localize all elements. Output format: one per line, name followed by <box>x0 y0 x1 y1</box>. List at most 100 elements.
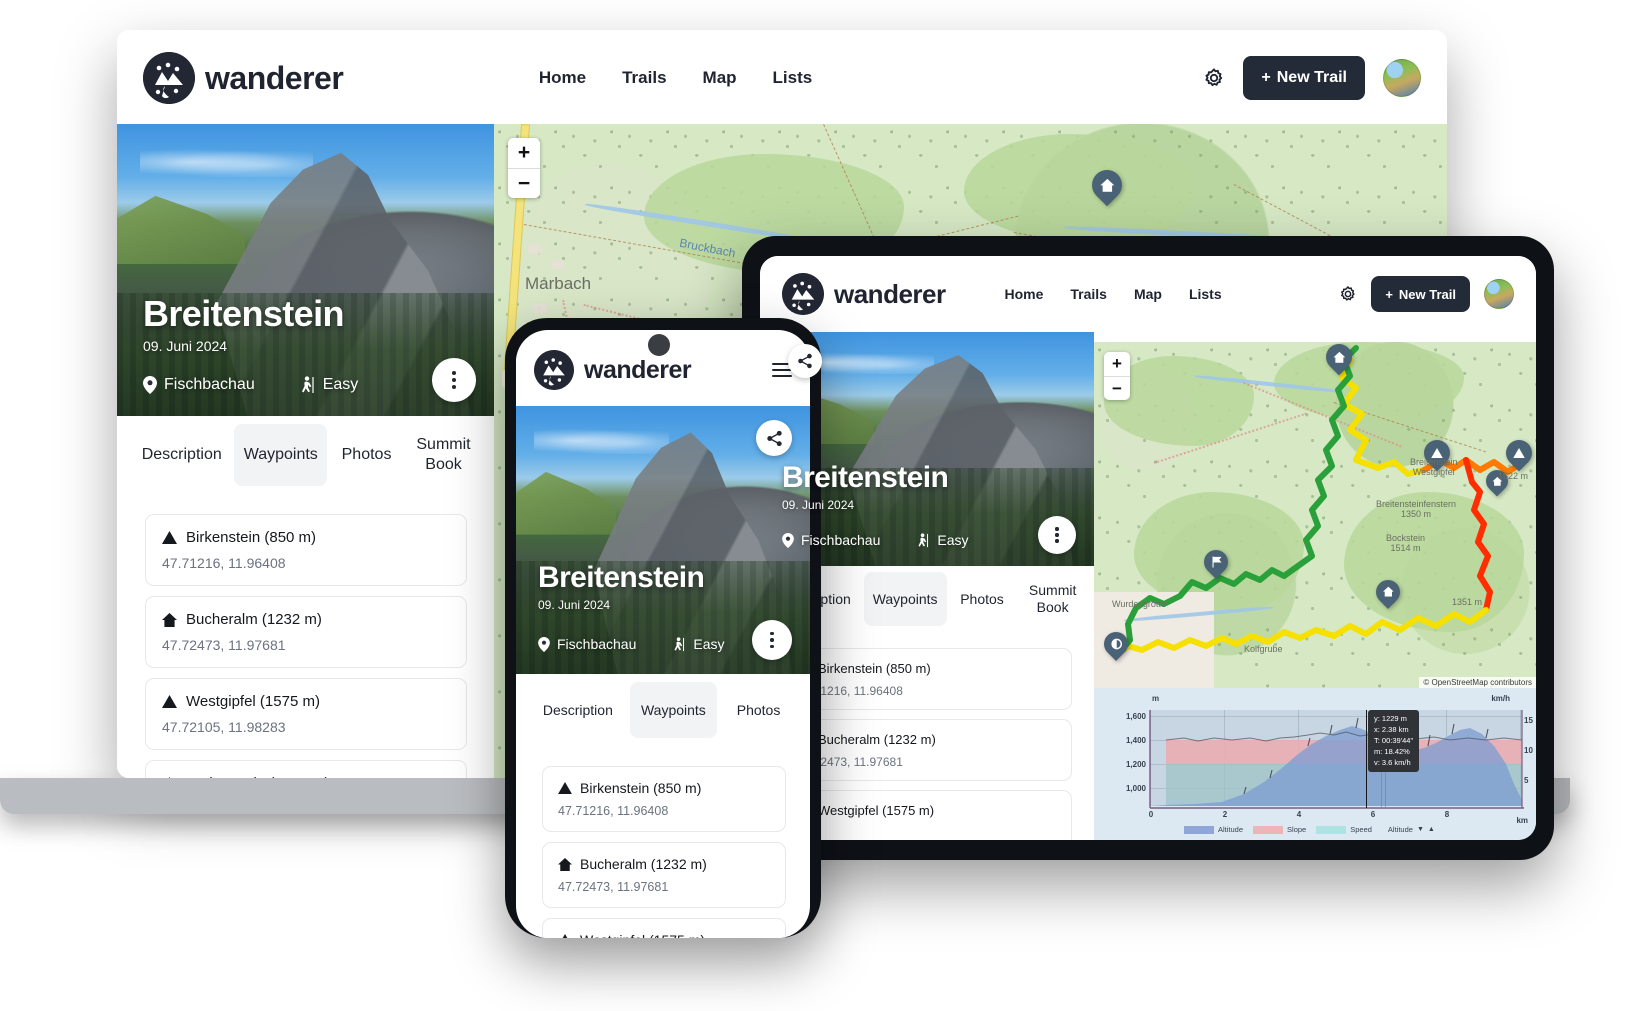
tab-waypoints[interactable]: Waypoints <box>629 682 718 738</box>
tab-photos[interactable]: Photos <box>949 572 1016 626</box>
chart-y2-axis-unit: km/h <box>1491 694 1510 703</box>
map-label: Marbach <box>525 274 592 293</box>
chart-x-tick: 8 <box>1444 810 1450 819</box>
tab-waypoints[interactable]: Waypoints <box>234 424 328 486</box>
chart-x-tick: 6 <box>1370 810 1376 819</box>
brand-logo[interactable]: wanderer <box>782 273 946 315</box>
tab-description[interactable]: Description <box>530 682 626 738</box>
hiker-icon <box>918 532 929 547</box>
map-label: Bockstein 1514 m <box>1386 533 1426 553</box>
waypoint-coords: 47.72105, 11.98283 <box>162 719 286 735</box>
tab-description[interactable]: Description <box>131 424 232 486</box>
trail-location-label: Fischbachau <box>164 376 255 393</box>
nav-link-home[interactable]: Home <box>1004 286 1043 302</box>
chart-series-selector[interactable]: Altitude ▼ ▲ <box>1388 825 1435 834</box>
waypoint-name: Bucheralm (1232 m) <box>186 611 322 628</box>
nav-link-lists[interactable]: Lists <box>773 68 813 88</box>
waypoint-item[interactable]: Birkenstein (850 m) 47.71216, 11.96408 <box>782 648 1072 710</box>
waypoint-item[interactable]: Bucheralm (1232 m) 47.72473, 11.97681 <box>145 596 467 668</box>
tab-photos[interactable]: Photos <box>721 682 796 738</box>
nav-link-map[interactable]: Map <box>703 68 737 88</box>
waypoint-item[interactable]: Birkenstein (850 m) 47.71216, 11.96408 <box>542 766 786 832</box>
trail-location: Fischbachau <box>143 376 255 394</box>
nav-link-trails[interactable]: Trails <box>1070 286 1107 302</box>
new-trail-button[interactable]: + New Trail <box>1243 56 1365 100</box>
screenshot-root: wanderer Home Trails Map Lists + New Tra… <box>0 0 1648 1011</box>
zoom-in-button[interactable]: + <box>508 138 540 168</box>
chart-marker <box>1381 772 1382 808</box>
avatar[interactable] <box>1484 279 1514 309</box>
trail-hero-image: Breitenstein 09. Juni 2024 Fischbachau E… <box>117 124 494 416</box>
osm-attribution[interactable]: © OpenStreetMap contributors <box>1419 677 1536 688</box>
tablet-map[interactable]: Breitenstein Westgipfel 1622 m Breitenst… <box>1094 342 1536 688</box>
share-button[interactable] <box>756 420 792 456</box>
nav-link-trails[interactable]: Trails <box>622 68 666 88</box>
tab-summit-book[interactable]: Summit Book <box>406 424 481 486</box>
hiker-icon <box>301 376 314 393</box>
chart-crosshair <box>1366 710 1367 808</box>
waypoint-item[interactable]: Westgipfel (1575 m) <box>782 790 1072 840</box>
nav-link-lists[interactable]: Lists <box>1189 286 1222 302</box>
waypoint-name-row: Westgipfel (1575 m) <box>558 932 770 938</box>
zoom-out-button[interactable]: − <box>508 168 540 198</box>
legend-swatch-altitude <box>1184 825 1214 834</box>
waypoint-name: Westgipfel (1575 m) <box>186 693 320 710</box>
chart-tooltip: y: 1229 m x: 2.38 km T: 00:39'44" m: 18.… <box>1368 710 1420 773</box>
map-label: 1351 m <box>1452 597 1483 607</box>
desktop-tabs: Description Waypoints Photos Summit Book <box>131 424 481 486</box>
tablet-screen: wanderer Home Trails Map Lists + New Tra… <box>760 256 1536 840</box>
map-route-track <box>1115 345 1523 657</box>
waypoint-item[interactable]: Westgipfel (1575 m) 47.72105, 11.98283 <box>145 678 467 750</box>
waypoint-item[interactable]: Birkenstein (850 m) 47.71216, 11.96408 <box>145 514 467 586</box>
desktop-navbar: wanderer Home Trails Map Lists + New Tra… <box>117 30 1447 126</box>
caret-up-icon[interactable]: ▲ <box>1428 826 1435 833</box>
legend-item-slope[interactable]: Slope <box>1253 825 1306 834</box>
chart-legend: Altitude Slope Speed Altitude ▼ ▲ <box>1184 825 1435 834</box>
mountain-icon <box>168 777 171 778</box>
waypoint-item[interactable]: Bucheralm (1232 m) 47.72473, 11.97681 <box>782 719 1072 781</box>
tooltip-speed: v: 3.6 km/h <box>1374 757 1411 767</box>
waypoint-item[interactable]: Bucheralm (1232 m) 47.72473, 11.97681 <box>542 842 786 908</box>
flag-icon <box>1211 556 1222 568</box>
kebab-menu-icon <box>452 371 456 389</box>
page-title: Breitenstein <box>782 461 949 494</box>
tab-summit-book[interactable]: Summit Book <box>1017 572 1088 626</box>
legend-item-altitude[interactable]: Altitude <box>1184 825 1243 834</box>
trail-difficulty: Easy <box>916 532 969 548</box>
trail-location-label: Fischbachau <box>557 636 637 652</box>
legend-label: Slope <box>1287 825 1307 834</box>
brand-logo[interactable]: wanderer <box>534 350 692 390</box>
trail-meta: Fischbachau Easy <box>782 532 969 548</box>
trail-options-button[interactable] <box>752 620 792 660</box>
map-zoom-controls: + − <box>1104 352 1130 400</box>
new-trail-button[interactable]: + New Trail <box>1371 276 1470 312</box>
zoom-out-button[interactable]: − <box>1104 376 1130 400</box>
waypoint-coords: 47.71216, 11.96408 <box>162 555 286 571</box>
waypoint-name-row: Westgipfel (1575 m) <box>797 803 1057 818</box>
tab-photos[interactable]: Photos <box>329 424 404 486</box>
nav-link-map[interactable]: Map <box>1134 286 1162 302</box>
tooltip-slope: m: 18.42% <box>1374 746 1410 756</box>
trail-options-button[interactable] <box>1038 516 1076 554</box>
tab-waypoints[interactable]: Waypoints <box>863 572 947 626</box>
zoom-in-button[interactable]: + <box>1104 352 1130 376</box>
gear-icon[interactable] <box>1339 285 1357 303</box>
kebab-menu-icon <box>1055 527 1059 543</box>
map-label: Wurdesgrotte <box>1112 599 1166 609</box>
legend-item-speed[interactable]: Speed <box>1316 825 1372 834</box>
avatar[interactable] <box>1383 59 1421 97</box>
brand-logo[interactable]: wanderer <box>143 52 344 104</box>
trail-options-button[interactable] <box>432 358 476 402</box>
tooltip-y: y: 1229 m <box>1374 714 1407 723</box>
waypoint-item[interactable]: Westgipfel (1575 m) <box>542 918 786 938</box>
gear-icon[interactable] <box>1203 67 1225 89</box>
caret-down-icon[interactable]: ▼ <box>1417 826 1424 833</box>
trail-difficulty-label: Easy <box>693 636 725 652</box>
waypoint-item[interactable]: Breitenstein (1622 m) <box>145 760 467 778</box>
waypoint-coords: 47.71216, 11.96408 <box>797 684 903 698</box>
waypoint-name-row: Westgipfel (1575 m) <box>162 693 450 710</box>
elevation-profile-chart[interactable]: m km/h km 1,600 1,400 1,200 1,000 15 10 … <box>1094 688 1536 840</box>
waypoint-name-row: Bucheralm (1232 m) <box>558 856 770 872</box>
nav-link-home[interactable]: Home <box>539 68 586 88</box>
share-button[interactable] <box>788 344 822 378</box>
